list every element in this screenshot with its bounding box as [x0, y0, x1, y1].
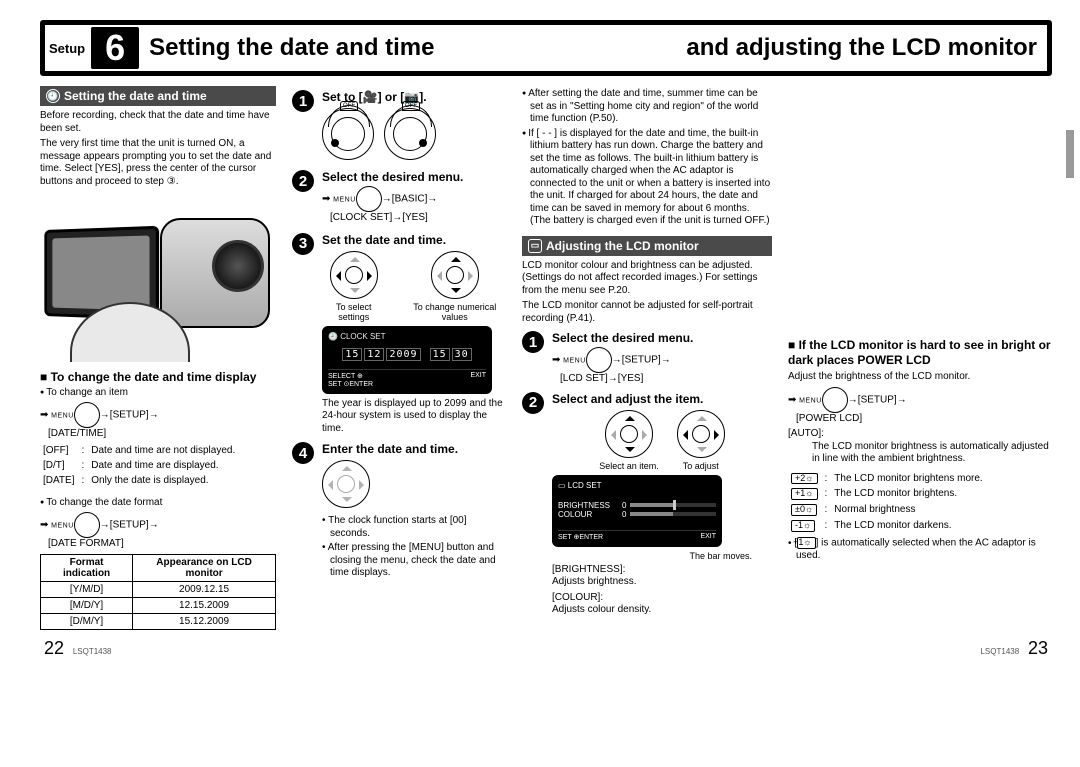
- step-3-badge: 3: [292, 233, 314, 255]
- lcd-step-1-badge: 1: [522, 331, 544, 353]
- datetime-intro-1: Before recording, check that the date an…: [40, 110, 276, 135]
- step-4-note-1: The clock function starts at [00] second…: [322, 515, 506, 540]
- page-thumb-tab: [1066, 130, 1074, 178]
- menu-path-datetime: ➡ MENU→[SETUP]→ [DATE/TIME]: [40, 402, 276, 441]
- step-2-badge: 2: [292, 170, 314, 192]
- dpad-ud-icon: [431, 251, 479, 299]
- mode-dial-photo-icon: OFF: [384, 108, 436, 160]
- lcd-set-screenshot: ▭ LCD SET BRIGHTNESS0 COLOUR0 SET ⊕ENTER…: [552, 475, 722, 547]
- step-3-note: The year is displayed up to 2099 and the…: [322, 398, 506, 436]
- step-4-badge: 4: [292, 442, 314, 464]
- page-number-left: 22: [44, 638, 64, 658]
- change-item: To change an item: [40, 387, 276, 400]
- power-lcd-note: [+1☼] is automatically selected when the…: [788, 537, 1052, 563]
- date-format-table: Format indicationAppearance on LCD monit…: [40, 554, 276, 630]
- lcd-step-1-title: Select the desired menu.: [552, 331, 772, 345]
- power-lcd-levels: +2☼:The LCD monitor brightens more. +1☼:…: [788, 470, 989, 536]
- step-1-badge: 1: [292, 90, 314, 112]
- camcorder-illustration: [40, 192, 270, 362]
- menu-ring-icon: [74, 402, 100, 428]
- bar-caption: The bar moves.: [552, 551, 772, 561]
- power-lcd-head: If the LCD monitor is hard to see in bri…: [788, 338, 1052, 368]
- banner-title-right: and adjusting the LCD monitor: [686, 34, 1037, 62]
- power-lcd-desc: Adjust the brightness of the LCD monitor…: [788, 371, 1052, 384]
- lcd-intro-1: LCD monitor colour and brightness can be…: [522, 260, 772, 298]
- step-3-title: Set the date and time.: [322, 233, 506, 247]
- datetime-intro-2: The very first time that the unit is tur…: [40, 138, 276, 188]
- dpad-lr-icon: [677, 410, 725, 458]
- note-battery: If [ - - ] is displayed for the date and…: [522, 128, 772, 228]
- dpad-ud-icon: [605, 410, 653, 458]
- lcd-step-1-path: ➡ MENU→[SETUP]→ [LCD SET]→[YES]: [552, 347, 772, 386]
- lcd-intro-2: The LCD monitor cannot be adjusted for s…: [522, 300, 772, 325]
- menu-ring-icon: [356, 186, 382, 212]
- dpad-center-icon: [322, 460, 370, 508]
- banner-title-left: Setting the date and time: [149, 34, 434, 62]
- setup-label: Setup: [45, 41, 91, 56]
- step-4-note-2: After pressing the [MENU] button and clo…: [322, 542, 506, 580]
- brightness-def: [BRIGHTNESS]:Adjusts brightness.: [552, 564, 772, 589]
- clock-icon: 🕘: [46, 89, 60, 103]
- section-bar-datetime: 🕘 Setting the date and time: [40, 86, 276, 106]
- section-bar-lcd: ▭ Adjusting the LCD monitor: [522, 236, 772, 256]
- date-display-options: [OFF]:Date and time are not displayed. […: [40, 442, 241, 489]
- monitor-icon: ▭: [528, 239, 542, 253]
- page-footer: 22 LSQT1438 LSQT1438 23: [40, 638, 1052, 659]
- menu-ring-icon: [586, 347, 612, 373]
- step-4-title: Enter the date and time.: [322, 442, 506, 456]
- change-format: To change the date format: [40, 497, 276, 510]
- step-number: 6: [91, 27, 139, 69]
- mode-dial-video-icon: OFF: [322, 108, 374, 160]
- step-2-menu-path: ➡ MENU→[BASIC]→ [CLOCK SET]→[YES]: [322, 186, 506, 225]
- power-lcd-path: ➡ MENU→[SETUP]→ [POWER LCD]: [788, 387, 1052, 426]
- chapter-banner: Setup 6 Setting the date and time and ad…: [40, 20, 1052, 76]
- lcd-step-2-title: Select and adjust the item.: [552, 392, 772, 406]
- lcd-clock-set-screenshot: 🕘 CLOCK SET 15122009 1530 SELECT ⊕SET ⊙E…: [322, 326, 492, 394]
- menu-path-dateformat: ➡ MENU→[SETUP]→ [DATE FORMAT]: [40, 512, 276, 551]
- menu-ring-icon: [74, 512, 100, 538]
- auto-def: [AUTO]: The LCD monitor brightness is au…: [788, 428, 1052, 466]
- menu-ring-icon: [822, 387, 848, 413]
- note-summertime: After setting the date and time, summer …: [522, 88, 772, 126]
- step-2-title: Select the desired menu.: [322, 170, 506, 184]
- change-display-head: To change the date and time display: [40, 370, 276, 385]
- page-number-right: 23: [1028, 638, 1048, 658]
- colour-def: [COLOUR]:Adjusts colour density.: [552, 592, 772, 617]
- dpad-lr-icon: [330, 251, 378, 299]
- lcd-step-2-badge: 2: [522, 392, 544, 414]
